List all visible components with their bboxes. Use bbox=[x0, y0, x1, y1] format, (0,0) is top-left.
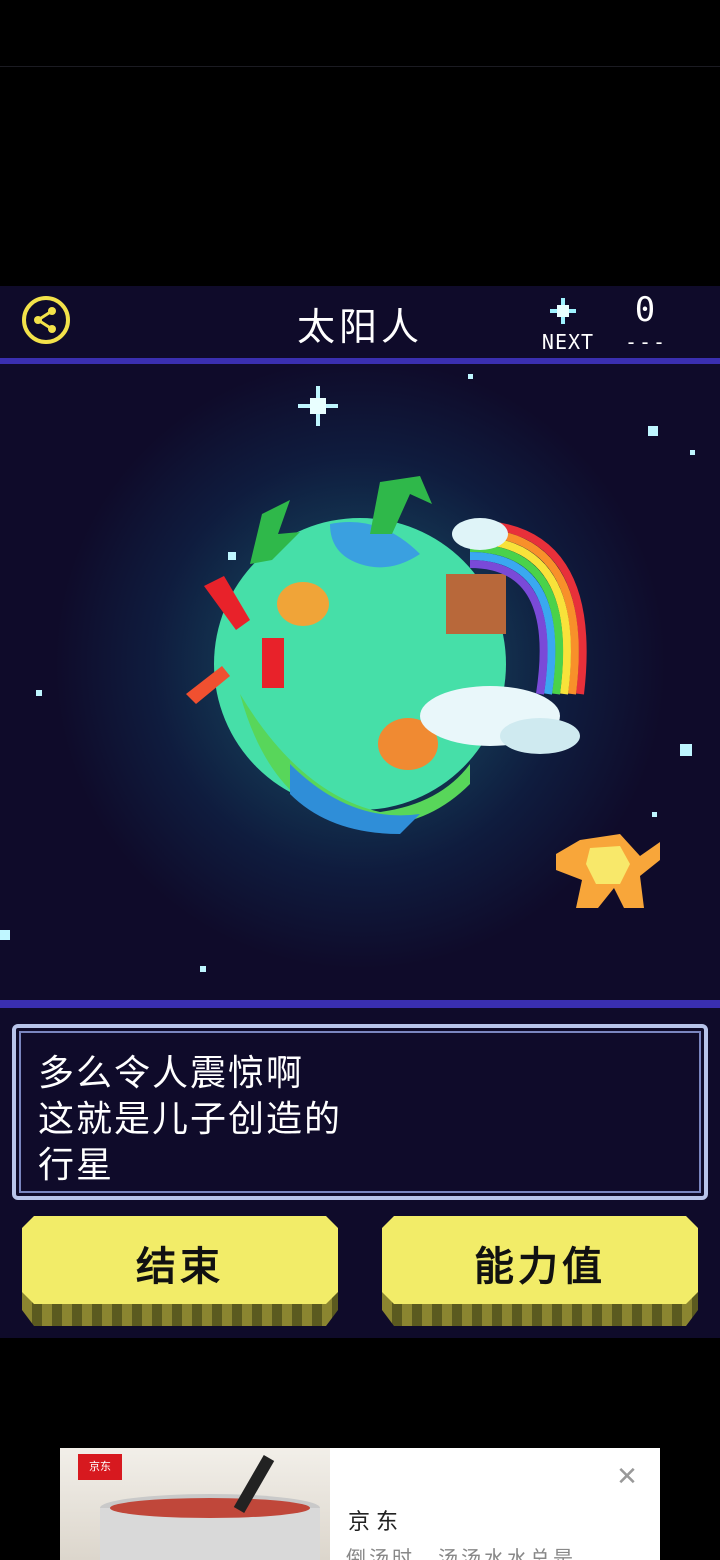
space-scene bbox=[0, 364, 720, 1000]
ad-product-image: 京东 bbox=[60, 1448, 330, 1560]
dialog-line: 多么令人震惊啊 bbox=[38, 1053, 305, 1094]
game-panel: 太阳人 NEXT 0 --- 多么令人震惊啊 这就是儿子创造的 行星 结束 能力… bbox=[0, 286, 720, 1338]
ad-brand: 京东 bbox=[348, 1510, 405, 1535]
dialog-line: 这就是儿子创造的 bbox=[38, 1099, 343, 1140]
next-count: 0 bbox=[634, 290, 656, 330]
planet-name-title: 太阳人 bbox=[296, 305, 423, 349]
close-icon[interactable]: ✕ bbox=[612, 1462, 642, 1492]
next-progress-dashes: --- bbox=[624, 330, 668, 354]
dialog-box: 多么令人震惊啊 这就是儿子创造的 行星 bbox=[12, 1024, 708, 1200]
dialog-line: 行星 bbox=[38, 1145, 115, 1186]
stats-button[interactable]: 能力值 bbox=[382, 1216, 698, 1328]
scene-border bbox=[0, 1000, 720, 1008]
game-header: 太阳人 NEXT 0 --- bbox=[0, 286, 720, 358]
star-icon bbox=[550, 298, 576, 324]
stats-button-label: 能力值 bbox=[474, 1244, 606, 1290]
next-label: NEXT bbox=[541, 330, 595, 354]
end-button-label: 结束 bbox=[136, 1244, 224, 1290]
ad-description: 倒汤时，汤汤水水总是… bbox=[346, 1546, 599, 1560]
status-bar-divider bbox=[0, 66, 720, 67]
end-button[interactable]: 结束 bbox=[22, 1216, 338, 1328]
ad-banner[interactable]: 京东 京东 倒汤时，汤汤水水总是… ✕ bbox=[60, 1448, 660, 1560]
pot-icon bbox=[100, 1455, 320, 1560]
planet-illustration bbox=[186, 476, 660, 908]
